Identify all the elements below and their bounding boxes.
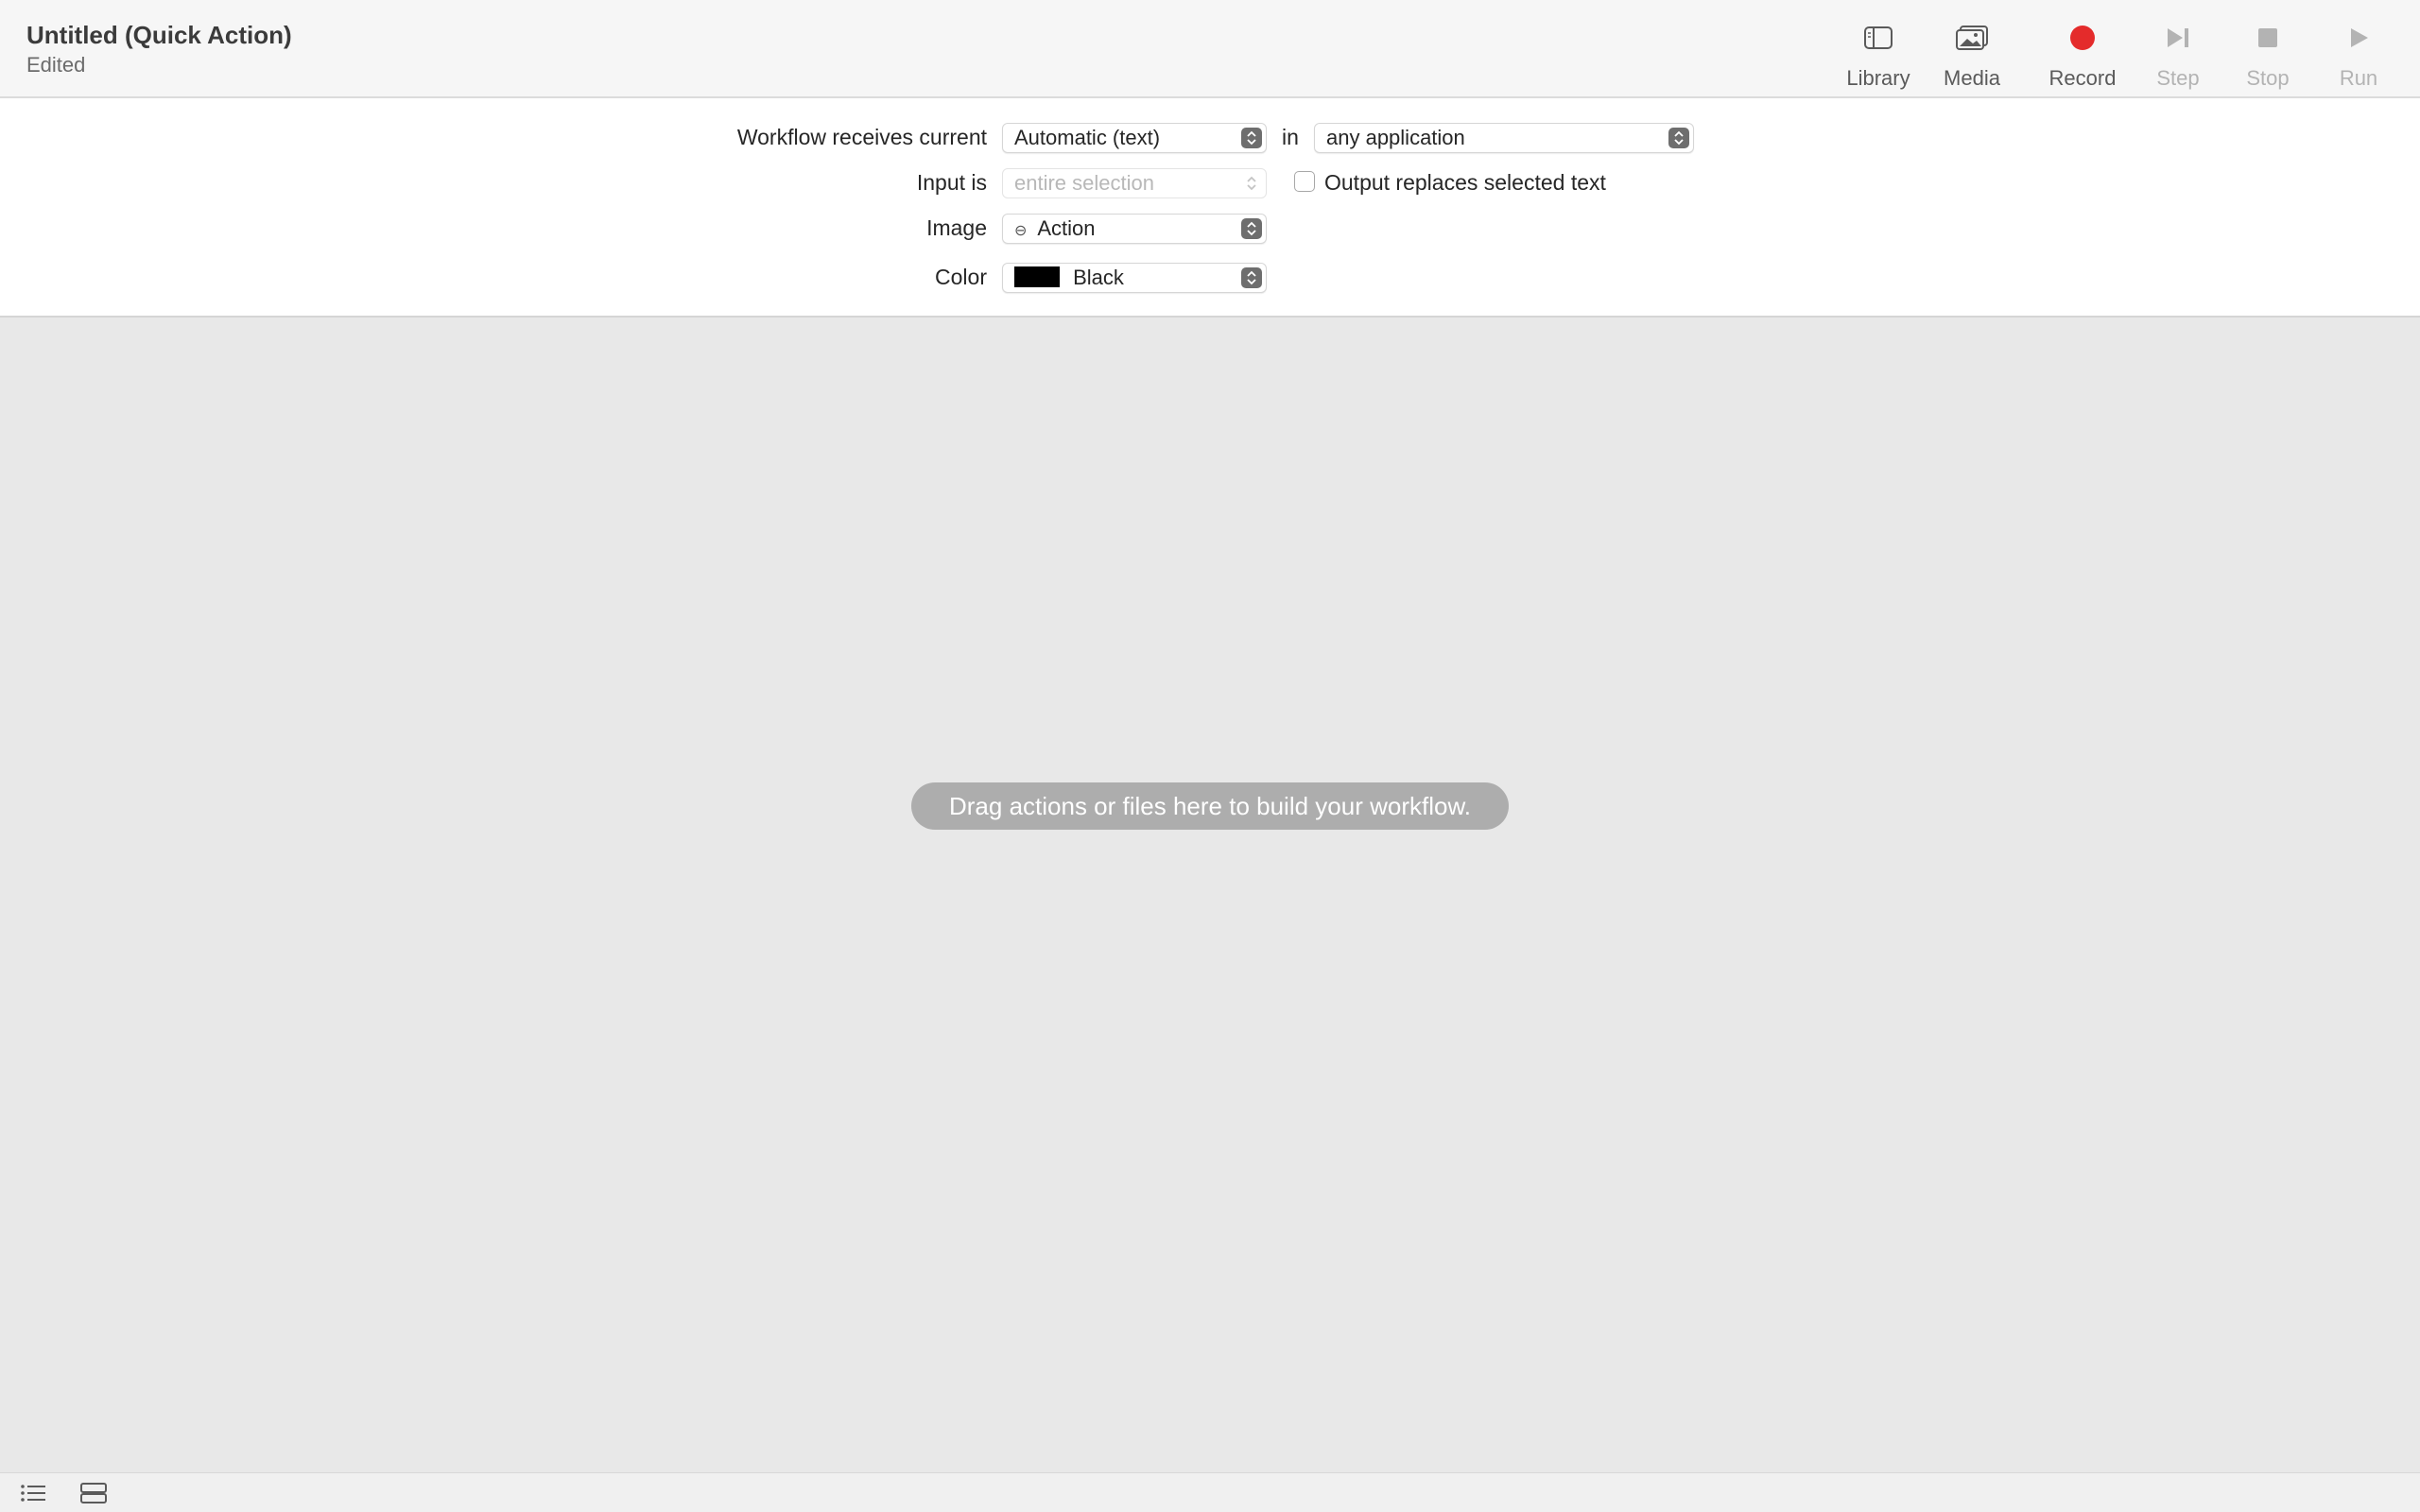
chevron-updown-icon: [1241, 128, 1262, 148]
photos-icon: [1920, 19, 2024, 57]
stop-button[interactable]: Stop: [2216, 19, 2320, 94]
color-swatch: [1014, 266, 1060, 288]
application-popup[interactable]: any application: [1314, 123, 1694, 153]
input-is-popup[interactable]: entire selection: [1002, 168, 1267, 198]
chevron-updown-icon: [1241, 267, 1262, 288]
image-value: Action: [1037, 216, 1096, 240]
stop-label: Stop: [2246, 66, 2290, 90]
window-subtitle: Edited: [26, 53, 86, 77]
toolbar: Untitled (Quick Action) Edited Library M…: [0, 0, 2420, 98]
workflow-canvas[interactable]: [0, 318, 2420, 1472]
input-is-label: Input is: [916, 170, 987, 195]
step-icon: [2126, 19, 2230, 57]
application-value: any application: [1326, 126, 1465, 149]
in-label: in: [1282, 125, 1299, 149]
receives-type-popup[interactable]: Automatic (text): [1002, 123, 1267, 153]
output-replaces-checkbox[interactable]: [1294, 171, 1315, 192]
record-label: Record: [2048, 66, 2117, 90]
receives-type-value: Automatic (text): [1014, 126, 1161, 149]
stop-icon: [2216, 19, 2320, 57]
list-icon[interactable]: [19, 1481, 47, 1505]
drop-hint: Drag actions or files here to build your…: [911, 782, 1509, 830]
workflow-config-panel: Workflow receives current Automatic (tex…: [0, 98, 2420, 318]
run-label: Run: [2339, 66, 2378, 90]
output-replaces-label: Output replaces selected text: [1324, 170, 1606, 195]
record-icon: [2031, 19, 2135, 57]
chevron-updown-icon: [1241, 218, 1262, 239]
stacked-rows-icon[interactable]: [79, 1481, 108, 1505]
action-gear-icon: ⊖: [1014, 223, 1028, 239]
window-title: Untitled (Quick Action): [26, 21, 292, 49]
media-button[interactable]: Media: [1920, 19, 2024, 94]
step-label: Step: [2156, 66, 2200, 90]
image-label: Image: [926, 215, 987, 240]
library-button[interactable]: Library: [1826, 19, 1930, 94]
image-popup[interactable]: ⊖ Action: [1002, 214, 1267, 244]
receives-label: Workflow receives current: [736, 125, 987, 149]
media-label: Media: [1944, 66, 2000, 90]
library-label: Library: [1846, 66, 1910, 90]
input-is-value: entire selection: [1014, 171, 1154, 195]
run-button[interactable]: Run: [2307, 19, 2411, 94]
record-button[interactable]: Record: [2031, 19, 2135, 94]
status-bar: [0, 1472, 2420, 1512]
color-label: Color: [935, 265, 987, 289]
chevron-updown-icon: [1241, 173, 1262, 194]
sidebar-icon: [1826, 19, 1930, 57]
step-button[interactable]: Step: [2126, 19, 2230, 94]
color-popup[interactable]: Black: [1002, 263, 1267, 293]
play-icon: [2307, 19, 2411, 57]
color-value: Black: [1073, 266, 1124, 289]
chevron-updown-icon: [1668, 128, 1689, 148]
